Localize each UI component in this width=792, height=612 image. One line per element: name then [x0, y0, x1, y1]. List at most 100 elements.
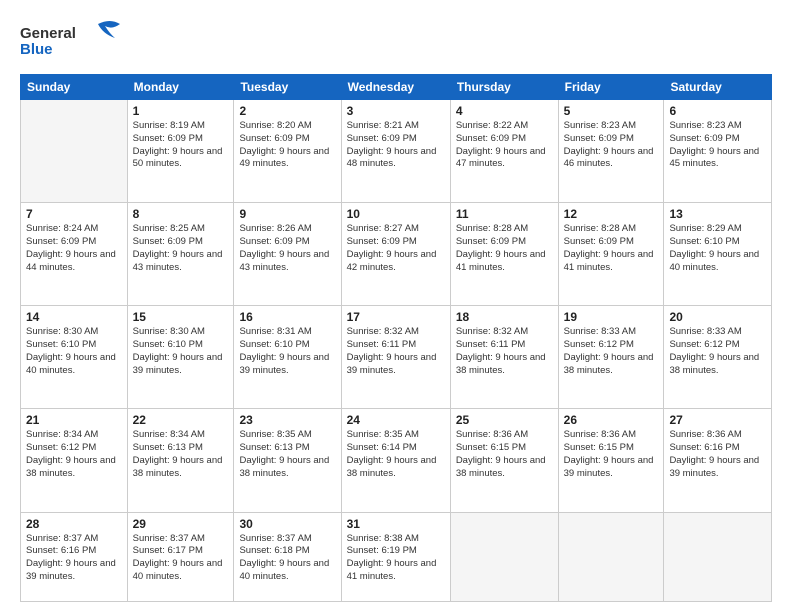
calendar-cell	[664, 512, 772, 601]
calendar-cell: 29Sunrise: 8:37 AMSunset: 6:17 PMDayligh…	[127, 512, 234, 601]
day-info: Sunrise: 8:28 AMSunset: 6:09 PMDaylight:…	[564, 223, 659, 274]
week-row: 7 Sunrise: 8:24 AMSunset: 6:09 PMDaylight…	[21, 203, 772, 306]
day-info: Sunrise: 8:38 AMSunset: 6:19 PMDaylight:…	[347, 533, 445, 584]
day-info: Sunrise: 8:36 AMSunset: 6:15 PMDaylight:…	[456, 429, 553, 480]
day-info: Sunrise: 8:28 AMSunset: 6:09 PMDaylight:…	[456, 223, 553, 274]
calendar-cell: 9 Sunrise: 8:26 AMSunset: 6:09 PMDaylight…	[234, 203, 341, 306]
day-info: Sunrise: 8:21 AMSunset: 6:09 PMDaylight:…	[347, 120, 445, 171]
weekday-header: Monday	[127, 75, 234, 100]
calendar-cell: 16 Sunrise: 8:31 AMSunset: 6:10 PMDayligh…	[234, 306, 341, 409]
week-row: 28 Sunrise: 8:37 AMSunset: 6:16 PMDayligh…	[21, 512, 772, 601]
day-info: Sunrise: 8:36 AMSunset: 6:16 PMDaylight:…	[669, 429, 766, 480]
day-number: 28	[26, 517, 122, 531]
logo: General Blue	[20, 16, 140, 64]
day-info: Sunrise: 8:20 AMSunset: 6:09 PMDaylight:…	[239, 120, 335, 171]
day-number: 18	[456, 310, 553, 324]
header: General Blue	[20, 16, 772, 64]
calendar-cell: 19Sunrise: 8:33 AMSunset: 6:12 PMDayligh…	[558, 306, 664, 409]
day-number: 25	[456, 413, 553, 427]
day-info: Sunrise: 8:33 AMSunset: 6:12 PMDaylight:…	[669, 326, 766, 377]
day-number: 7	[26, 207, 122, 221]
weekday-header: Thursday	[450, 75, 558, 100]
calendar-cell: 8Sunrise: 8:25 AMSunset: 6:09 PMDaylight…	[127, 203, 234, 306]
day-number: 14	[26, 310, 122, 324]
day-number: 24	[347, 413, 445, 427]
day-info: Sunrise: 8:23 AMSunset: 6:09 PMDaylight:…	[669, 120, 766, 171]
calendar-cell: 18 Sunrise: 8:32 AMSunset: 6:11 PMDayligh…	[450, 306, 558, 409]
day-info: Sunrise: 8:32 AMSunset: 6:11 PMDaylight:…	[347, 326, 445, 377]
calendar-cell: 11 Sunrise: 8:28 AMSunset: 6:09 PMDayligh…	[450, 203, 558, 306]
weekday-header: Saturday	[664, 75, 772, 100]
logo-text: General Blue	[20, 16, 140, 64]
day-info: Sunrise: 8:30 AMSunset: 6:10 PMDaylight:…	[26, 326, 122, 377]
calendar-cell: 12 Sunrise: 8:28 AMSunset: 6:09 PMDayligh…	[558, 203, 664, 306]
day-number: 4	[456, 104, 553, 118]
day-number: 31	[347, 517, 445, 531]
day-info: Sunrise: 8:24 AMSunset: 6:09 PMDaylight:…	[26, 223, 122, 274]
day-info: Sunrise: 8:32 AMSunset: 6:11 PMDaylight:…	[456, 326, 553, 377]
day-number: 12	[564, 207, 659, 221]
day-number: 16	[239, 310, 335, 324]
day-info: Sunrise: 8:30 AMSunset: 6:10 PMDaylight:…	[133, 326, 229, 377]
calendar-cell: 13Sunrise: 8:29 AMSunset: 6:10 PMDayligh…	[664, 203, 772, 306]
day-info: Sunrise: 8:33 AMSunset: 6:12 PMDaylight:…	[564, 326, 659, 377]
day-number: 3	[347, 104, 445, 118]
calendar-cell: 10Sunrise: 8:27 AMSunset: 6:09 PMDayligh…	[341, 203, 450, 306]
calendar-cell: 24 Sunrise: 8:35 AMSunset: 6:14 PMDayligh…	[341, 409, 450, 512]
calendar-cell: 15 Sunrise: 8:30 AMSunset: 6:10 PMDayligh…	[127, 306, 234, 409]
day-info: Sunrise: 8:31 AMSunset: 6:10 PMDaylight:…	[239, 326, 335, 377]
calendar-cell: 25 Sunrise: 8:36 AMSunset: 6:15 PMDayligh…	[450, 409, 558, 512]
weekday-header-row: SundayMondayTuesdayWednesdayThursdayFrid…	[21, 75, 772, 100]
day-number: 5	[564, 104, 659, 118]
calendar-cell: 27 Sunrise: 8:36 AMSunset: 6:16 PMDayligh…	[664, 409, 772, 512]
day-info: Sunrise: 8:37 AMSunset: 6:18 PMDaylight:…	[239, 533, 335, 584]
day-info: Sunrise: 8:34 AMSunset: 6:13 PMDaylight:…	[133, 429, 229, 480]
day-number: 21	[26, 413, 122, 427]
day-number: 27	[669, 413, 766, 427]
day-number: 15	[133, 310, 229, 324]
day-number: 30	[239, 517, 335, 531]
weekday-header: Wednesday	[341, 75, 450, 100]
day-info: Sunrise: 8:35 AMSunset: 6:13 PMDaylight:…	[239, 429, 335, 480]
calendar-cell: 14 Sunrise: 8:30 AMSunset: 6:10 PMDayligh…	[21, 306, 128, 409]
calendar-cell: 1 Sunrise: 8:19 AMSunset: 6:09 PMDaylight…	[127, 100, 234, 203]
calendar-cell: 7 Sunrise: 8:24 AMSunset: 6:09 PMDaylight…	[21, 203, 128, 306]
day-number: 29	[133, 517, 229, 531]
calendar-cell: 23 Sunrise: 8:35 AMSunset: 6:13 PMDayligh…	[234, 409, 341, 512]
calendar-cell: 2Sunrise: 8:20 AMSunset: 6:09 PMDaylight…	[234, 100, 341, 203]
week-row: 21Sunrise: 8:34 AMSunset: 6:12 PMDayligh…	[21, 409, 772, 512]
calendar-cell: 31 Sunrise: 8:38 AMSunset: 6:19 PMDayligh…	[341, 512, 450, 601]
calendar-cell: 5 Sunrise: 8:23 AMSunset: 6:09 PMDaylight…	[558, 100, 664, 203]
week-row: 1 Sunrise: 8:19 AMSunset: 6:09 PMDaylight…	[21, 100, 772, 203]
day-number: 1	[133, 104, 229, 118]
day-info: Sunrise: 8:19 AMSunset: 6:09 PMDaylight:…	[133, 120, 229, 171]
svg-text:General: General	[20, 25, 76, 42]
day-info: Sunrise: 8:26 AMSunset: 6:09 PMDaylight:…	[239, 223, 335, 274]
day-info: Sunrise: 8:23 AMSunset: 6:09 PMDaylight:…	[564, 120, 659, 171]
page: General Blue SundayMondayTuesdayWednesda…	[0, 0, 792, 612]
calendar-cell: 17 Sunrise: 8:32 AMSunset: 6:11 PMDayligh…	[341, 306, 450, 409]
svg-text:Blue: Blue	[20, 41, 53, 58]
day-info: Sunrise: 8:25 AMSunset: 6:09 PMDaylight:…	[133, 223, 229, 274]
weekday-header: Tuesday	[234, 75, 341, 100]
day-number: 26	[564, 413, 659, 427]
day-info: Sunrise: 8:37 AMSunset: 6:16 PMDaylight:…	[26, 533, 122, 584]
calendar-cell: 3 Sunrise: 8:21 AMSunset: 6:09 PMDaylight…	[341, 100, 450, 203]
week-row: 14 Sunrise: 8:30 AMSunset: 6:10 PMDayligh…	[21, 306, 772, 409]
day-number: 9	[239, 207, 335, 221]
logo-svg: General Blue	[20, 16, 140, 61]
day-info: Sunrise: 8:22 AMSunset: 6:09 PMDaylight:…	[456, 120, 553, 171]
day-info: Sunrise: 8:35 AMSunset: 6:14 PMDaylight:…	[347, 429, 445, 480]
calendar-cell: 20 Sunrise: 8:33 AMSunset: 6:12 PMDayligh…	[664, 306, 772, 409]
day-number: 11	[456, 207, 553, 221]
calendar: SundayMondayTuesdayWednesdayThursdayFrid…	[20, 74, 772, 602]
calendar-cell: 22Sunrise: 8:34 AMSunset: 6:13 PMDayligh…	[127, 409, 234, 512]
calendar-cell: 4 Sunrise: 8:22 AMSunset: 6:09 PMDaylight…	[450, 100, 558, 203]
day-number: 23	[239, 413, 335, 427]
weekday-header: Sunday	[21, 75, 128, 100]
calendar-cell	[558, 512, 664, 601]
day-number: 20	[669, 310, 766, 324]
day-number: 17	[347, 310, 445, 324]
day-info: Sunrise: 8:36 AMSunset: 6:15 PMDaylight:…	[564, 429, 659, 480]
calendar-cell: 28 Sunrise: 8:37 AMSunset: 6:16 PMDayligh…	[21, 512, 128, 601]
